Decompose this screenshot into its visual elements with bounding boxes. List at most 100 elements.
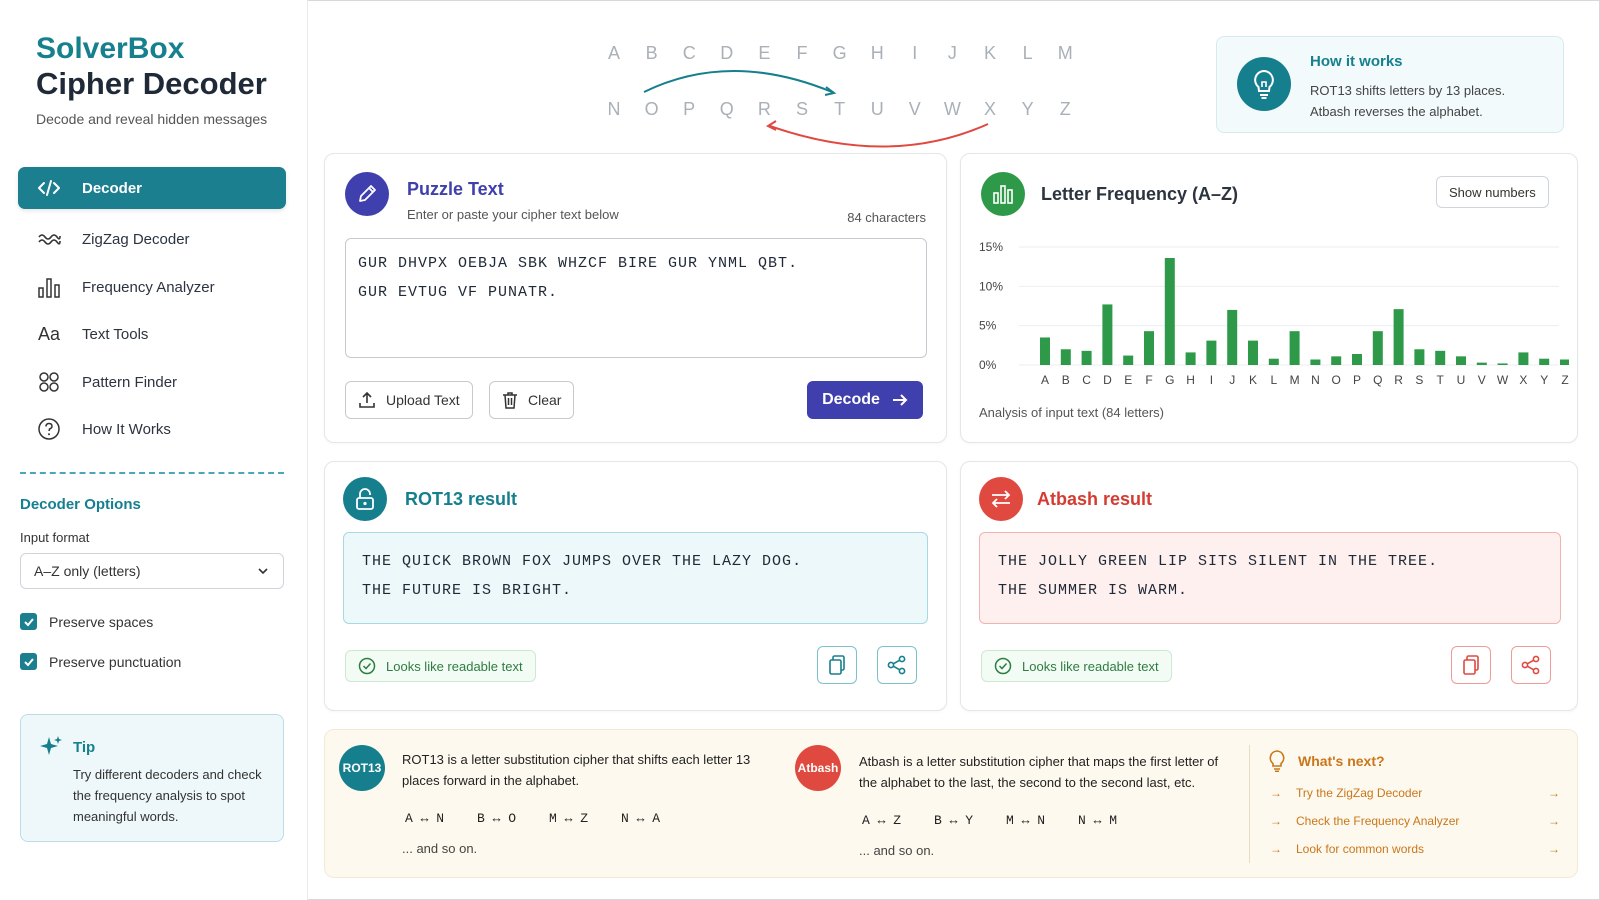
sidebar-item-frequency[interactable]: Frequency Analyzer [18, 266, 286, 308]
x-tick-label: I [1210, 373, 1213, 387]
rot13-more: ... and so on. [402, 841, 478, 856]
y-tick-label: 15% [979, 240, 1003, 254]
next-item-common-words[interactable]: → Look for common words → [1270, 842, 1560, 856]
bar-M [1289, 331, 1300, 365]
clear-label: Clear [528, 392, 562, 408]
bar-W [1497, 363, 1508, 365]
sparkle-icon [39, 735, 63, 764]
checkbox-checked-icon [20, 613, 37, 630]
sidebar-item-decoder[interactable]: Decoder [18, 167, 286, 209]
x-tick-label: M [1290, 373, 1300, 387]
bar-S [1414, 349, 1425, 365]
sidebar: SolverBox Cipher Decoder Decode and reve… [0, 0, 308, 900]
mapping-pair: M ↔ Z [549, 811, 589, 826]
arrow-right-icon [892, 393, 908, 407]
next-item-label: Check the Frequency Analyzer [1296, 814, 1460, 828]
upload-icon [358, 391, 376, 409]
clear-button[interactable]: Clear [489, 381, 575, 419]
rot13-title: ROT13 result [405, 489, 518, 509]
chevron-right-icon: → [1548, 814, 1560, 828]
brand-name: SolverBox [36, 32, 185, 65]
show-numbers-button[interactable]: Show numbers [1436, 176, 1549, 208]
bar-V [1476, 362, 1487, 365]
x-tick-label: T [1437, 373, 1445, 387]
arrow-right-icon: → [1270, 842, 1282, 856]
bar-B [1060, 349, 1071, 365]
bar-E [1123, 355, 1134, 365]
mapping-pair: B ↔ O [477, 811, 517, 826]
bar-Y [1539, 358, 1550, 365]
bar-A [1040, 337, 1050, 365]
input-format-select[interactable]: A–Z only (letters) [20, 553, 284, 589]
preserve-spaces-checkbox[interactable]: Preserve spaces [20, 613, 153, 630]
chevron-down-icon [257, 564, 269, 580]
bar-K [1248, 340, 1258, 365]
rot13-description: ROT13 is a letter substitution cipher th… [402, 752, 751, 788]
upload-text-button[interactable]: Upload Text [345, 381, 473, 419]
atbash-copy-button[interactable] [1451, 646, 1491, 684]
rot13-badge-label: Looks like readable text [386, 658, 523, 674]
y-tick-label: 0% [979, 358, 997, 372]
decode-button[interactable]: Decode [807, 381, 923, 419]
top-letter: M [1057, 43, 1073, 63]
next-item-zigzag[interactable]: → Try the ZigZag Decoder → [1270, 786, 1560, 800]
chevron-right-icon: → [1548, 842, 1560, 856]
atbash-share-button[interactable] [1511, 646, 1551, 684]
input-format-label: Input format [20, 530, 90, 545]
bar-U [1456, 356, 1466, 365]
grid-circles-icon [36, 369, 62, 395]
lightbulb-icon [1268, 750, 1286, 777]
sidebar-item-pattern-finder[interactable]: Pattern Finder [18, 361, 286, 403]
frequency-title: Letter Frequency (A–Z) [1041, 184, 1239, 204]
sidebar-item-label: Pattern Finder [82, 373, 178, 391]
how-title: How it works [1310, 53, 1403, 70]
arrow-right-icon: → [1270, 814, 1282, 828]
atbash-more: ... and so on. [859, 843, 935, 858]
chevron-right-icon: → [1548, 786, 1560, 800]
mapping-pair: N ↔ M [1078, 813, 1118, 828]
sidebar-item-label: How It Works [82, 420, 171, 438]
x-tick-label: H [1186, 373, 1195, 387]
preserve-punctuation-checkbox[interactable]: Preserve punctuation [20, 653, 181, 670]
trash-icon [502, 391, 518, 409]
app-title: Cipher Decoder [36, 66, 267, 101]
x-tick-label: Q [1373, 373, 1382, 387]
x-tick-label: K [1249, 373, 1257, 387]
atbash-title: Atbash result [1037, 489, 1153, 509]
atbash-readable-badge: Looks like readable text [981, 650, 1172, 682]
cipher-text-input[interactable]: GUR DHVPX OEBJA SBK WHZCF BIRE GUR YNML … [345, 238, 927, 358]
puzzle-title: Puzzle Text [407, 179, 504, 199]
atbash-badge-label: Looks like readable text [1022, 658, 1159, 674]
sidebar-divider [20, 472, 284, 474]
tip-card: Tip Try different decoders and check the… [20, 714, 284, 842]
x-tick-label: F [1145, 373, 1152, 387]
x-tick-label: U [1457, 373, 1466, 387]
x-tick-label: B [1062, 373, 1070, 387]
bar-Z [1560, 359, 1569, 365]
tip-title: Tip [73, 739, 96, 756]
sidebar-item-text-tools[interactable]: Aa Text Tools [18, 313, 286, 355]
next-item-label: Try the ZigZag Decoder [1296, 786, 1423, 800]
x-tick-label: N [1311, 373, 1320, 387]
sidebar-item-how-it-works[interactable]: How It Works [18, 408, 286, 450]
y-tick-label: 5% [979, 319, 997, 333]
x-tick-label: O [1332, 373, 1341, 387]
rot13-share-button[interactable] [877, 646, 917, 684]
upload-text-label: Upload Text [386, 392, 460, 408]
rot13-copy-button[interactable] [817, 646, 857, 684]
bar-H [1185, 352, 1196, 365]
x-tick-label: Y [1540, 373, 1548, 387]
mapping-pair: M ↔ N [1006, 813, 1046, 828]
next-item-frequency[interactable]: → Check the Frequency Analyzer → [1270, 814, 1560, 828]
rotation-arrows [643, 70, 989, 148]
atbash-output: THE JOLLY GREEN LIP SITS SILENT IN THE T… [979, 532, 1561, 624]
sidebar-item-zigzag[interactable]: ZigZag Decoder [18, 218, 286, 260]
x-tick-label: C [1082, 373, 1091, 387]
mapping-pair: A ↔ Z [862, 813, 902, 828]
x-tick-label: A [1041, 373, 1049, 387]
how-line-2: Atbash reverses the alphabet. [1310, 104, 1483, 119]
bar-R [1393, 309, 1404, 365]
x-tick-label: V [1478, 373, 1486, 387]
frequency-panel: Letter Frequency (A–Z) Show numbers 0% 5%… [960, 153, 1578, 443]
check-circle-icon [358, 657, 376, 675]
